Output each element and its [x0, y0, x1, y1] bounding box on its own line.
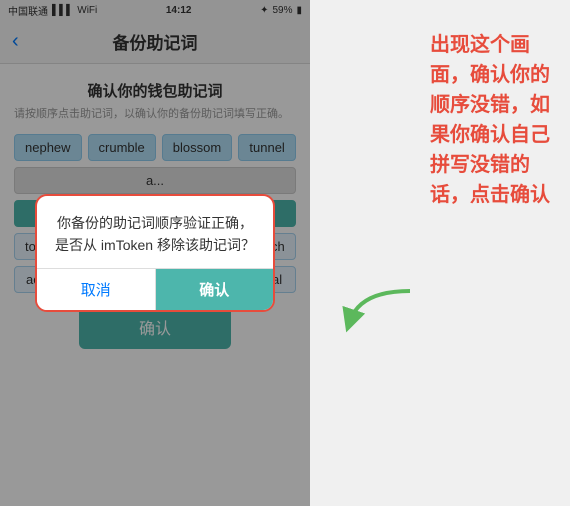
dialog-box: 你备份的助记词顺序验证正确，是否从 imToken 移除该助记词？ 取消 确认	[35, 194, 275, 313]
dialog-cancel-button[interactable]: 取消	[37, 269, 156, 310]
dialog-overlay: 你备份的助记词顺序验证正确，是否从 imToken 移除该助记词？ 取消 确认	[0, 0, 310, 506]
dialog-body: 你备份的助记词顺序验证正确，是否从 imToken 移除该助记词？	[37, 196, 273, 269]
dialog-actions: 取消 确认	[37, 268, 273, 310]
dialog-confirm-button[interactable]: 确认	[156, 269, 274, 310]
dialog-message: 你备份的助记词顺序验证正确，是否从 imToken 移除该助记词？	[53, 212, 257, 257]
arrow-icon	[340, 281, 420, 341]
annotation-panel: 出现这个画面，确认你的顺序没错，如果你确认自己拼写没错的话，点击确认	[310, 0, 570, 506]
arrow-container	[340, 281, 420, 346]
phone-frame: 中国联通 ▌▌▌ WiFi 14:12 ✦ 59% ▮ ‹ 备份助记词 确认你的…	[0, 0, 310, 506]
annotation-text: 出现这个画面，确认你的顺序没错，如果你确认自己拼写没错的话，点击确认	[430, 30, 560, 210]
